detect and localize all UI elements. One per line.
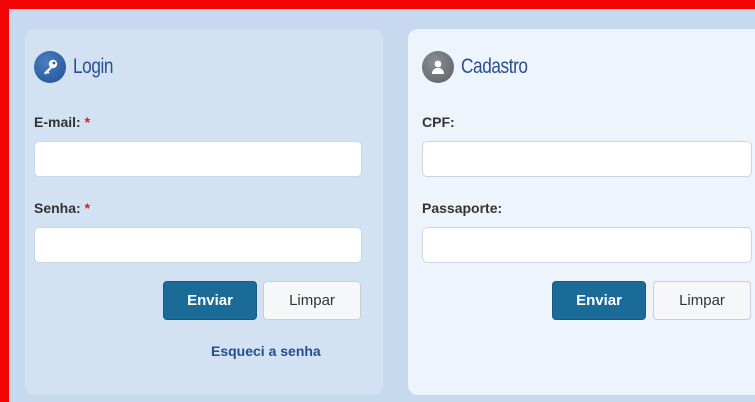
- cpf-field[interactable]: [422, 141, 752, 177]
- cadastro-panel: Cadastro CPF: Passaporte: Enviar Limpar: [408, 29, 755, 395]
- email-label-text: E-mail:: [34, 114, 81, 130]
- password-label-text: Senha:: [34, 200, 81, 216]
- passport-field[interactable]: [422, 227, 752, 263]
- email-label: E-mail: *: [34, 114, 90, 130]
- highlight-frame: Login E-mail: * Senha: * Enviar Limpar E…: [0, 0, 755, 402]
- password-label: Senha: *: [34, 200, 90, 216]
- user-icon: [422, 51, 454, 83]
- email-field[interactable]: [34, 141, 362, 177]
- cadastro-heading: Cadastro: [422, 51, 542, 83]
- login-title: Login: [73, 55, 114, 78]
- login-heading: Login: [34, 51, 122, 83]
- password-required-mark: *: [84, 200, 91, 216]
- key-icon: [34, 51, 66, 83]
- cadastro-clear-button[interactable]: Limpar: [653, 281, 751, 320]
- cadastro-title: Cadastro: [461, 55, 528, 78]
- login-clear-button[interactable]: Limpar: [263, 281, 361, 320]
- login-submit-button[interactable]: Enviar: [163, 281, 257, 320]
- login-panel: Login E-mail: * Senha: * Enviar Limpar E…: [25, 29, 383, 395]
- cadastro-submit-button[interactable]: Enviar: [552, 281, 646, 320]
- email-required-mark: *: [84, 114, 91, 130]
- cpf-label: CPF:: [422, 114, 455, 130]
- forgot-password-link[interactable]: Esqueci a senha: [211, 343, 321, 359]
- password-field[interactable]: [34, 227, 362, 263]
- passport-label: Passaporte:: [422, 200, 503, 216]
